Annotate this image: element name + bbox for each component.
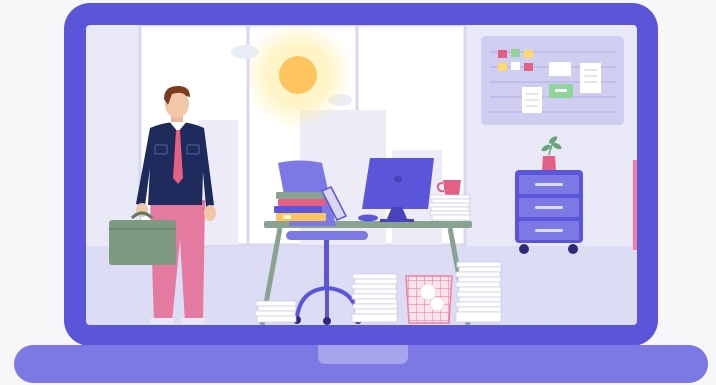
briefcase-icon	[109, 211, 176, 265]
paper-stack-icon	[254, 300, 297, 323]
sun-icon	[243, 25, 353, 130]
laptop-icon	[14, 3, 708, 383]
filing-cabinet-icon	[515, 170, 583, 254]
notice-board-icon	[481, 36, 624, 125]
laptop-screen	[86, 25, 637, 325]
paper-stack-icon	[455, 261, 502, 323]
paper-stack-icon	[428, 194, 471, 221]
trash-basket-icon	[405, 275, 453, 324]
paper-stack-icon	[351, 273, 398, 323]
laptop-notch	[318, 345, 408, 364]
office-illustration	[0, 0, 716, 385]
